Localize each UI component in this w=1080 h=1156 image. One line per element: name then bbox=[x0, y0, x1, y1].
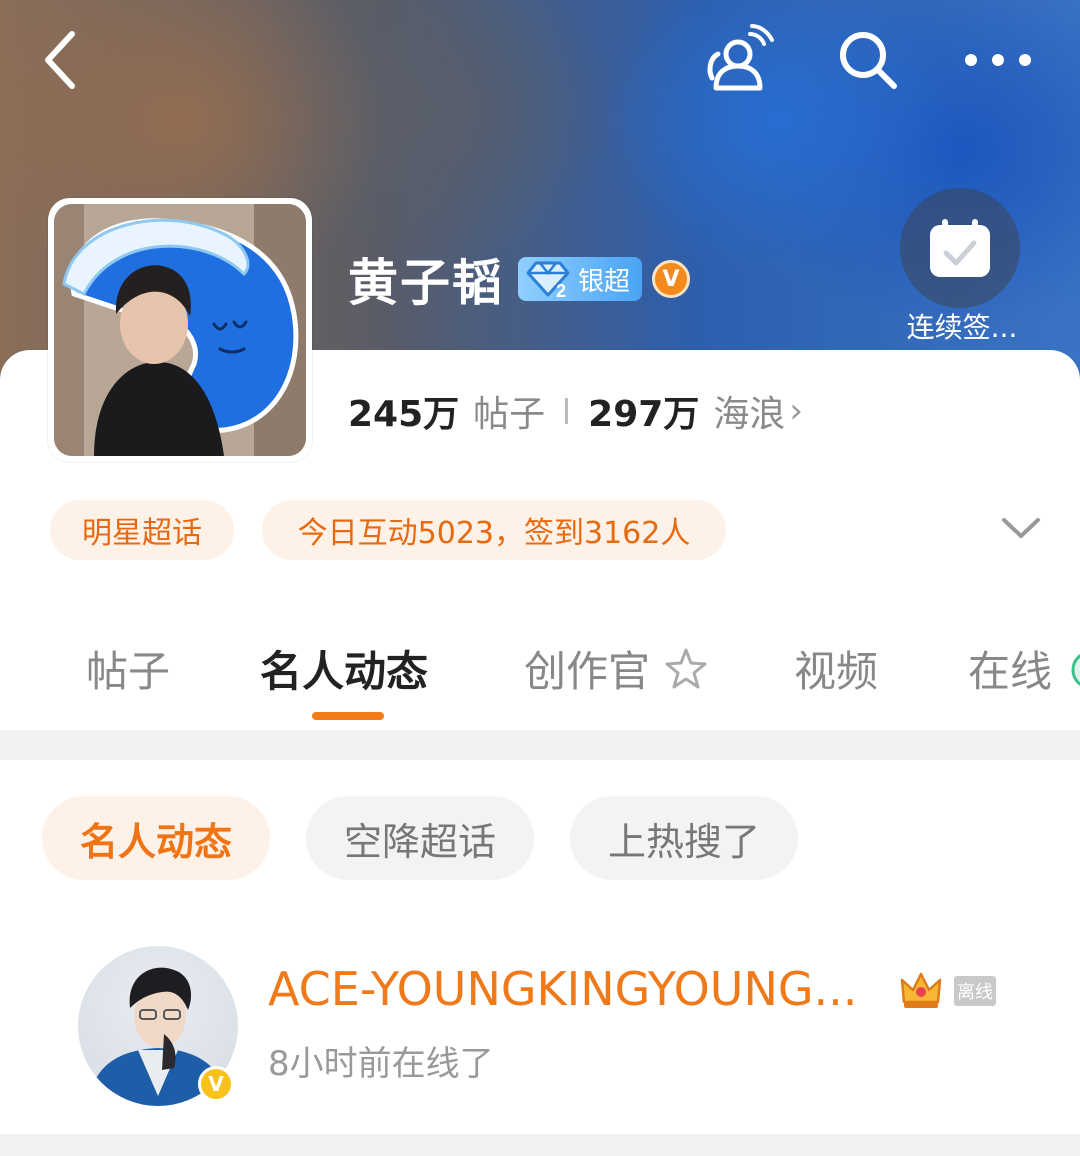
filter-trending[interactable]: 上热搜了 bbox=[570, 796, 798, 880]
chat-bubble-icon bbox=[1071, 654, 1080, 686]
last-online-text: 8小时前在线了 bbox=[268, 1044, 494, 1084]
posts-count: 245万 bbox=[348, 394, 460, 435]
tab-posts[interactable]: 帖子 bbox=[86, 638, 170, 699]
filter-airdrop-topic[interactable]: 空降超话 bbox=[306, 796, 534, 880]
topic-avatar-image bbox=[54, 204, 306, 456]
posts-label: 帖子 bbox=[473, 394, 546, 435]
waves-count: 297万 bbox=[588, 394, 700, 435]
activity-tag[interactable]: 今日互动5023，签到3162人 bbox=[262, 500, 726, 560]
crown-icon bbox=[900, 972, 942, 1008]
tab-videos[interactable]: 视频 bbox=[794, 638, 878, 699]
tab-creators-label: 创作官 bbox=[524, 647, 651, 696]
level-badge[interactable]: 2 银超 bbox=[518, 257, 643, 301]
people-signal-icon bbox=[707, 24, 774, 91]
expand-button[interactable] bbox=[996, 508, 1046, 548]
tab-online[interactable]: 在线 bbox=[968, 638, 1080, 699]
checkin-circle bbox=[900, 188, 1020, 308]
tab-creators[interactable]: 创作官 bbox=[524, 638, 709, 699]
diamond-icon: 2 bbox=[526, 261, 570, 299]
verified-badge: V bbox=[652, 260, 691, 298]
level-badge-label: 银超 bbox=[578, 266, 631, 297]
search-button[interactable] bbox=[834, 26, 902, 94]
topic-avatar[interactable] bbox=[48, 198, 312, 462]
topic-stats[interactable]: 245万 帖子 297万 海浪 › bbox=[348, 386, 803, 436]
waves-label: 海浪 bbox=[713, 394, 786, 435]
celebrity-photo-icon bbox=[54, 204, 306, 456]
stats-separator bbox=[565, 398, 569, 424]
topic-name: 黄子韬 bbox=[348, 254, 504, 312]
tab-celebrity-updates[interactable]: 名人动态 bbox=[260, 638, 428, 699]
followers-button[interactable] bbox=[700, 22, 776, 98]
ellipsis-icon bbox=[965, 54, 1031, 66]
chevron-down-icon bbox=[1002, 518, 1040, 538]
offline-status-badge: 离线 bbox=[954, 976, 996, 1006]
calendar-check-icon bbox=[930, 219, 990, 277]
back-button[interactable] bbox=[30, 28, 90, 92]
search-icon bbox=[840, 32, 897, 89]
level-number: 2 bbox=[556, 281, 566, 299]
chevron-right-icon: › bbox=[789, 391, 803, 431]
bottom-divider bbox=[0, 1134, 1080, 1156]
section-divider bbox=[0, 730, 1080, 760]
topic-tabs: 帖子 名人动态 创作官 视频 在线 bbox=[0, 630, 1080, 730]
checkin-label[interactable]: 连续签... bbox=[892, 306, 1032, 346]
more-button[interactable] bbox=[958, 36, 1038, 84]
user-name[interactable]: ACE-YOUNGKINGYOUNG... bbox=[268, 962, 857, 1016]
active-tab-indicator bbox=[312, 712, 384, 720]
profile-name-row: 黄子韬 2 银超 V bbox=[348, 244, 691, 314]
filter-celebrity-updates[interactable]: 名人动态 bbox=[42, 796, 270, 880]
tab-online-label: 在线 bbox=[968, 647, 1053, 696]
sparkle-star-icon bbox=[665, 648, 707, 689]
user-verified-badge: V bbox=[198, 1066, 234, 1102]
category-tag[interactable]: 明星超话 bbox=[50, 500, 234, 560]
chevron-left-icon bbox=[45, 31, 75, 89]
